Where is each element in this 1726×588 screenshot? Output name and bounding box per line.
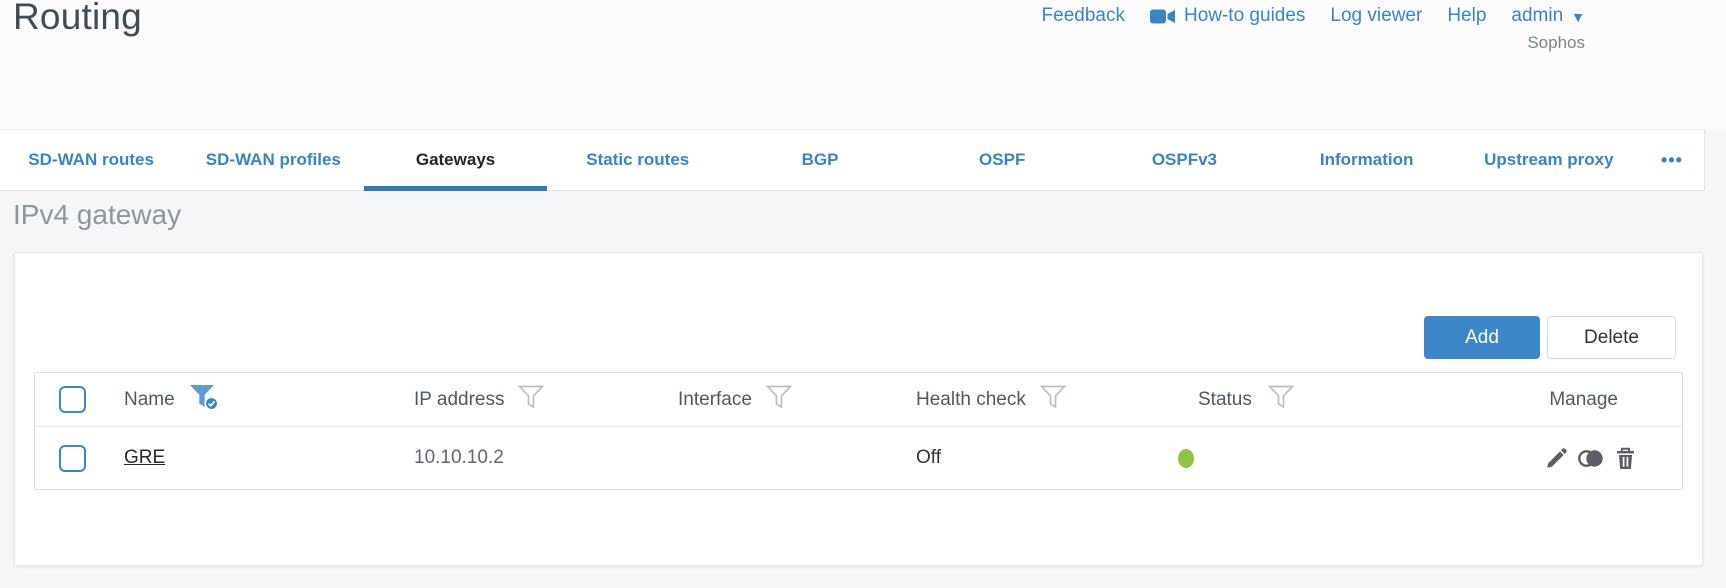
filter-icon-status[interactable] [1267, 385, 1295, 414]
filter-icon-interface[interactable] [765, 385, 793, 414]
delete-button[interactable]: Delete [1547, 316, 1676, 359]
column-header-interface: Interface [678, 388, 752, 410]
column-header-name: Name [124, 388, 175, 410]
tab-information[interactable]: Information [1276, 130, 1458, 190]
select-all-checkbox[interactable] [59, 386, 86, 413]
gateway-name-link[interactable]: GRE [124, 447, 165, 469]
help-link[interactable]: Help [1447, 5, 1486, 27]
log-viewer-link[interactable]: Log viewer [1330, 5, 1422, 27]
feedback-link[interactable]: Feedback [1042, 5, 1125, 27]
filter-applied-icon[interactable] [189, 384, 220, 416]
page-title: Routing [13, 0, 142, 37]
table-toolbar: Add Delete [1424, 316, 1676, 359]
howto-guides-link[interactable]: How-to guides [1149, 5, 1305, 27]
status-dot [1178, 448, 1194, 468]
tab-gateways[interactable]: Gateways [364, 130, 547, 191]
clone-icon[interactable] [1578, 448, 1605, 469]
tab-ospf[interactable]: OSPF [911, 130, 1093, 190]
tab-bgp[interactable]: BGP [729, 130, 911, 190]
row-checkbox[interactable] [59, 444, 86, 472]
admin-menu[interactable]: admin ▼ [1511, 5, 1585, 27]
tab-static-routes[interactable]: Static routes [547, 130, 729, 190]
gateway-table: Name IP address Interface Health check S… [34, 372, 1683, 490]
page-header: Routing Feedback How-to guides Log viewe… [0, 0, 1726, 129]
brand-label: Sophos [1527, 33, 1585, 52]
tab-upstream-proxy[interactable]: Upstream proxy [1458, 130, 1640, 190]
section-heading: IPv4 gateway [13, 199, 182, 230]
tab-ospfv3[interactable]: OSPFv3 [1093, 130, 1275, 190]
filter-icon-ip-address[interactable] [517, 385, 545, 414]
column-header-manage: Manage [1549, 388, 1618, 410]
health-check-cell: Off [916, 447, 941, 468]
tab-overflow-menu[interactable]: ••• [1640, 130, 1704, 190]
tab-sd-wan-routes[interactable]: SD-WAN routes [0, 130, 182, 190]
filter-icon-health-check[interactable] [1039, 385, 1067, 414]
ip-address-cell: 10.10.10.2 [414, 447, 504, 468]
column-header-health-check: Health check [916, 388, 1026, 410]
edit-icon[interactable] [1545, 447, 1568, 470]
header-utility-area: Feedback How-to guides Log viewer Help a… [1042, 5, 1585, 53]
table-header-row: Name IP address Interface Health check S… [35, 373, 1682, 426]
table-row: GRE 10.10.10.2 Off [35, 426, 1682, 489]
chevron-down-icon: ▼ [1571, 9, 1585, 25]
tab-bar: SD-WAN routes SD-WAN profiles Gateways S… [0, 129, 1705, 191]
column-header-ip-address: IP address [414, 388, 505, 410]
tab-sd-wan-profiles[interactable]: SD-WAN profiles [182, 130, 364, 190]
column-header-status: Status [1198, 388, 1252, 410]
add-button[interactable]: Add [1424, 316, 1540, 359]
delete-row-icon[interactable] [1615, 447, 1636, 470]
ipv4-gateway-panel: Add Delete Name IP address Interface Hea… [14, 252, 1703, 566]
video-camera-icon [1149, 8, 1176, 25]
